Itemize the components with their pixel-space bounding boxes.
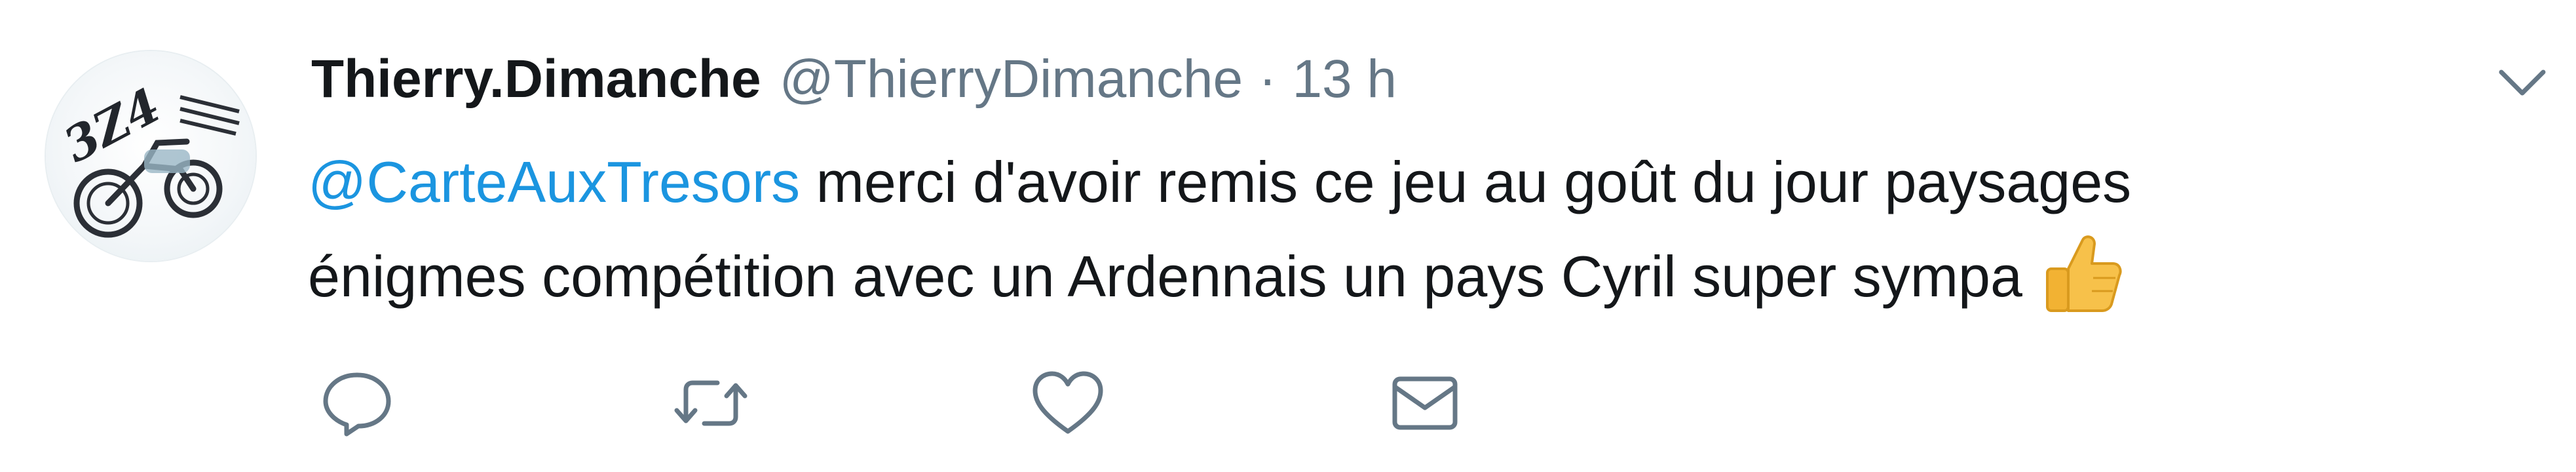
chevron-down-icon[interactable] <box>2496 63 2548 102</box>
reply-icon[interactable] <box>318 367 396 439</box>
avatar[interactable]: 3Z4 <box>46 51 256 261</box>
tweet-text-line-2: énigmes compétition avec un Ardennais un… <box>308 229 2496 324</box>
envelope-icon[interactable] <box>1386 367 1464 439</box>
separator-dot: · <box>1259 49 1277 109</box>
tweet-header: Thierry.Dimanche @ThierryDimanche · 13 h <box>311 43 1397 115</box>
tweet-actions <box>318 367 1825 439</box>
tweet-text-line-1: @CarteAuxTresors merci d'avoir remis ce … <box>308 135 2496 229</box>
tweet-text-part-2: énigmes compétition avec un Ardennais un… <box>308 244 2022 309</box>
timestamp[interactable]: 13 h <box>1292 43 1397 115</box>
retweet-icon[interactable] <box>672 367 750 439</box>
avatar-image: 3Z4 <box>54 77 240 238</box>
thumbs-up-icon <box>2042 231 2123 315</box>
heart-icon[interactable] <box>1029 367 1107 439</box>
tweet-text: @CarteAuxTresors merci d'avoir remis ce … <box>308 135 2496 324</box>
tweet-card[interactable]: 3Z4 Thierry.Dimanche @ThierryDimanche · … <box>0 0 2576 472</box>
display-name[interactable]: Thierry.Dimanche <box>311 43 761 115</box>
user-handle[interactable]: @ThierryDimanche <box>780 43 1243 115</box>
tweet-text-part-1: merci d'avoir remis ce jeu au goût du jo… <box>800 149 2132 214</box>
mention-link[interactable]: @CarteAuxTresors <box>308 149 800 214</box>
